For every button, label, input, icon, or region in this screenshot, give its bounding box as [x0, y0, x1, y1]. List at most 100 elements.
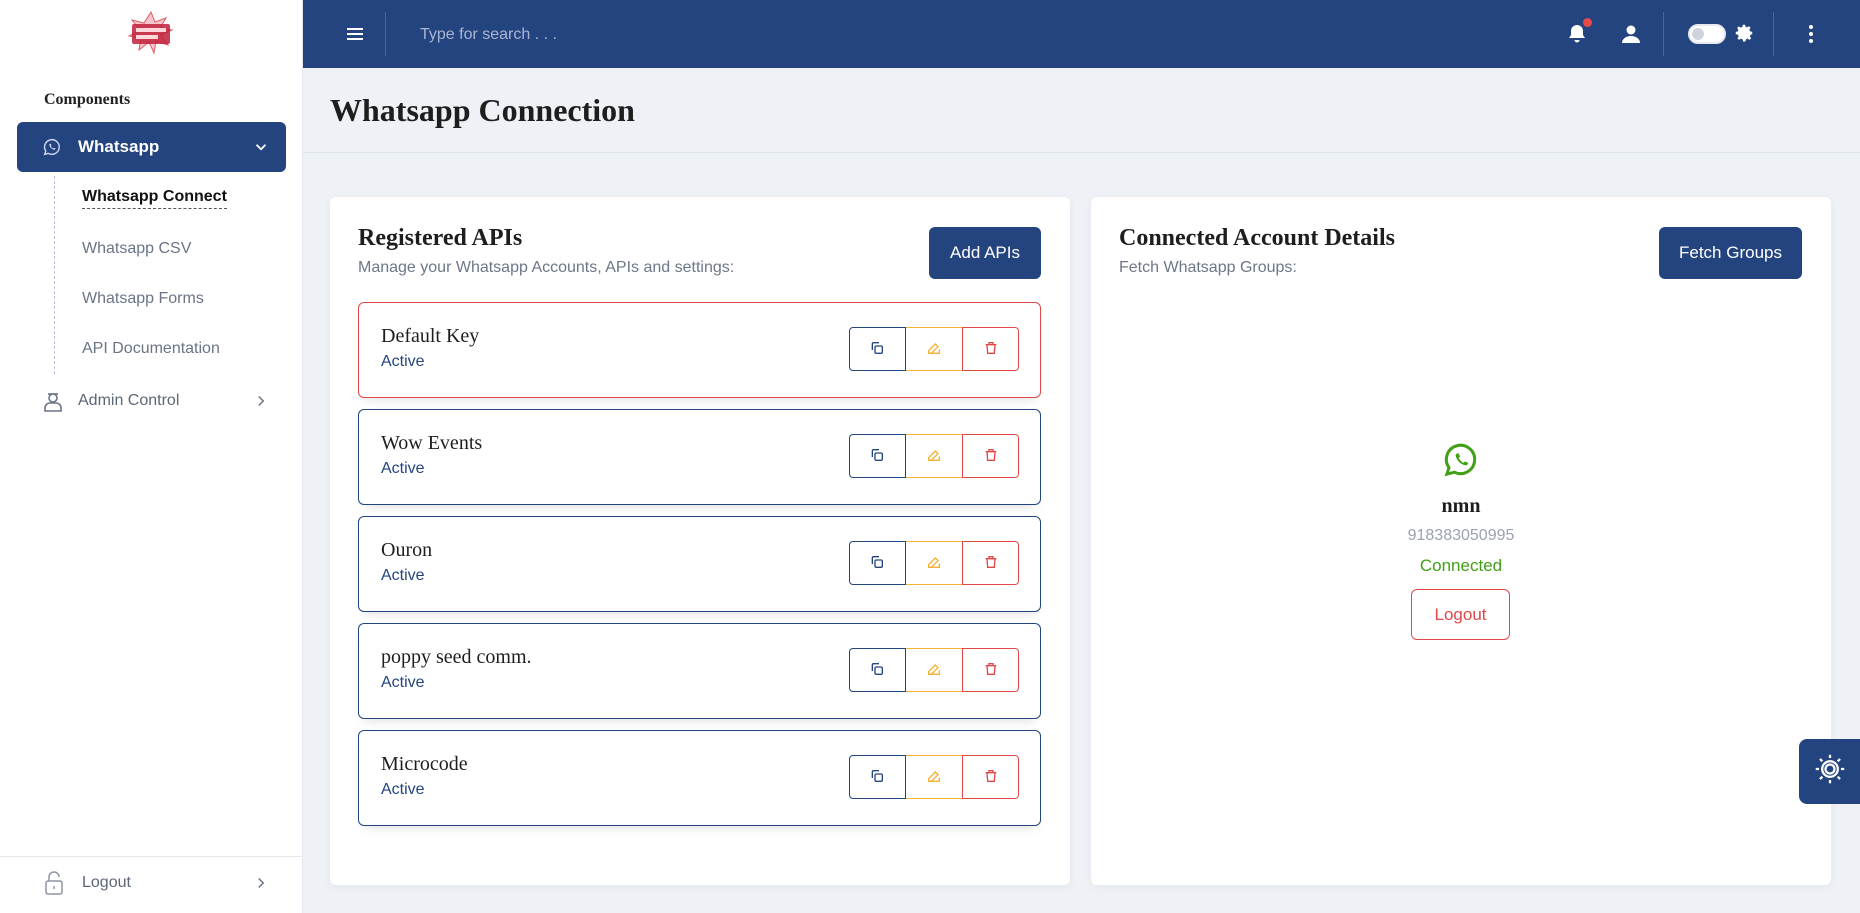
api-item: Wow Events Active	[358, 409, 1041, 505]
api-name: Wow Events	[381, 432, 483, 454]
gear-icon[interactable]	[1733, 22, 1757, 46]
trash-icon	[983, 340, 999, 359]
edit-icon	[926, 768, 942, 787]
sidebar-subitem-whatsapp-connect[interactable]: Whatsapp Connect	[82, 188, 227, 209]
trash-icon	[983, 661, 999, 680]
sidebar-item-admin-control[interactable]: Admin Control	[17, 380, 286, 422]
add-apis-button[interactable]: Add APIs	[929, 227, 1041, 279]
delete-button[interactable]	[962, 327, 1019, 371]
edit-button[interactable]	[905, 541, 963, 585]
sidebar-item-whatsapp[interactable]: Whatsapp	[17, 122, 286, 172]
copy-icon	[869, 340, 885, 359]
delete-button[interactable]	[962, 648, 1019, 692]
page-title: Whatsapp Connection	[330, 92, 635, 128]
hamburger-menu-icon[interactable]	[343, 22, 367, 46]
notification-badge	[1583, 18, 1592, 27]
edit-button[interactable]	[905, 434, 963, 478]
sidebar-logout[interactable]: Logout	[0, 862, 303, 907]
logout-label: Logout	[82, 874, 131, 891]
topbar-separator	[1663, 12, 1664, 56]
account-phone: 918383050995	[1407, 527, 1515, 544]
edit-button[interactable]	[905, 648, 963, 692]
settings-fab[interactable]	[1799, 739, 1860, 804]
api-status: Active	[381, 567, 425, 584]
edit-button[interactable]	[905, 755, 963, 799]
sidebar-subitem-whatsapp-csv[interactable]: Whatsapp CSV	[82, 240, 191, 258]
trash-icon	[983, 447, 999, 466]
connection-status: Connected	[1419, 556, 1503, 575]
api-item: Microcode Active	[358, 730, 1041, 826]
section-label-components: Components	[44, 91, 131, 108]
copy-button[interactable]	[849, 648, 906, 692]
chevron-right-icon	[252, 392, 270, 415]
page-header: Whatsapp Connection	[303, 68, 1860, 153]
user-icon[interactable]	[1619, 22, 1643, 46]
copy-button[interactable]	[849, 434, 906, 478]
registered-apis-card: Registered APIs Manage your Whatsapp Acc…	[330, 197, 1070, 885]
sidebar: Components Whatsapp Whatsapp Connect Wha…	[0, 0, 303, 913]
delete-button[interactable]	[962, 541, 1019, 585]
admin-icon	[43, 389, 63, 418]
gear-icon	[1812, 751, 1848, 792]
sidebar-item-label: Whatsapp	[78, 137, 160, 156]
copy-button[interactable]	[849, 327, 906, 371]
sidebar-divider	[0, 856, 303, 857]
chevron-down-icon	[252, 138, 270, 161]
api-actions	[849, 541, 1019, 585]
api-actions	[849, 648, 1019, 692]
topbar	[303, 0, 1860, 68]
topbar-separator	[385, 12, 386, 56]
api-item: poppy seed comm. Active	[358, 623, 1041, 719]
api-item: Ouron Active	[358, 516, 1041, 612]
delete-button[interactable]	[962, 755, 1019, 799]
copy-button[interactable]	[849, 755, 906, 799]
account-name: nmn	[1441, 495, 1481, 517]
trash-icon	[983, 554, 999, 573]
lock-icon	[44, 870, 64, 901]
card-title: Connected Account Details	[1119, 225, 1395, 251]
api-name: Microcode	[381, 753, 468, 775]
api-item: Default Key Active	[358, 302, 1041, 398]
card-subtitle: Fetch Whatsapp Groups:	[1119, 259, 1297, 276]
toggle-knob	[1692, 28, 1704, 40]
copy-icon	[869, 661, 885, 680]
card-subtitle: Manage your Whatsapp Accounts, APIs and …	[358, 259, 735, 276]
search-input[interactable]	[420, 22, 1020, 48]
fetch-groups-button[interactable]: Fetch Groups	[1659, 227, 1802, 279]
account-logout-button[interactable]: Logout	[1411, 589, 1510, 640]
more-vertical-icon[interactable]	[1799, 22, 1823, 46]
delete-button[interactable]	[962, 434, 1019, 478]
api-status: Active	[381, 353, 425, 370]
copy-icon	[869, 447, 885, 466]
whatsapp-icon	[41, 136, 63, 163]
api-actions	[849, 755, 1019, 799]
theme-toggle[interactable]	[1688, 24, 1726, 44]
api-status: Active	[381, 781, 425, 798]
api-status: Active	[381, 460, 425, 477]
edit-button[interactable]	[905, 327, 963, 371]
api-actions	[849, 327, 1019, 371]
whatsapp-icon	[1441, 440, 1481, 485]
copy-icon	[869, 768, 885, 787]
sidebar-item-label: Admin Control	[78, 392, 180, 409]
card-title: Registered APIs	[358, 225, 523, 251]
copy-button[interactable]	[849, 541, 906, 585]
submenu-guide-line	[54, 176, 55, 374]
edit-icon	[926, 554, 942, 573]
topbar-separator	[1773, 12, 1774, 56]
sidebar-subitem-api-documentation[interactable]: API Documentation	[82, 340, 220, 358]
sidebar-subitem-whatsapp-forms[interactable]: Whatsapp Forms	[82, 290, 204, 308]
api-status: Active	[381, 674, 425, 691]
connected-account-card: Connected Account Details Fetch Whatsapp…	[1091, 197, 1831, 885]
api-actions	[849, 434, 1019, 478]
brand-logo[interactable]	[122, 10, 180, 56]
edit-icon	[926, 661, 942, 680]
edit-icon	[926, 340, 942, 359]
api-name: poppy seed comm.	[381, 646, 532, 668]
chevron-right-icon	[252, 874, 270, 897]
copy-icon	[869, 554, 885, 573]
api-name: Ouron	[381, 539, 433, 561]
edit-icon	[926, 447, 942, 466]
trash-icon	[983, 768, 999, 787]
api-name: Default Key	[381, 325, 480, 347]
